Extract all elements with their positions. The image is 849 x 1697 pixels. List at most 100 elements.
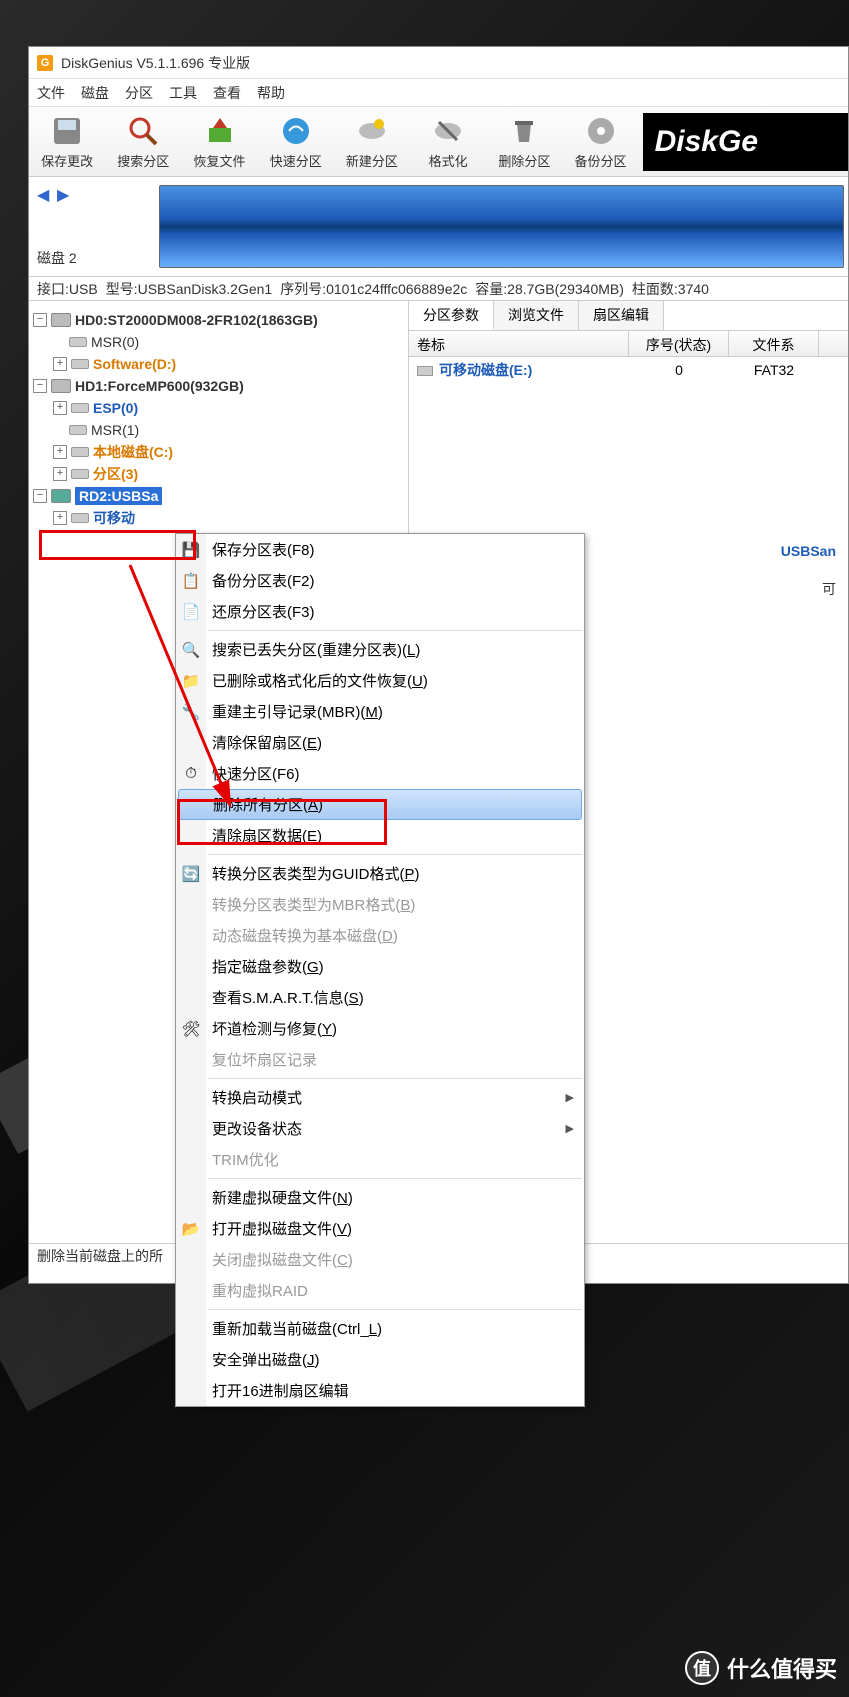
nav-back-icon[interactable]: ◀ [37, 185, 55, 203]
partition-icon [71, 513, 89, 523]
ctx-smart[interactable]: 查看S.M.A.R.T.信息(S) [176, 982, 584, 1013]
tab-partition-info[interactable]: 分区参数 [409, 301, 494, 330]
toolbar: 保存更改 搜索分区 恢复文件 快速分区 新建分区 格式化 删除分区 备份分区 D… [29, 107, 848, 177]
toolbar-new-partition[interactable]: 新建分区 [334, 107, 410, 177]
expander-icon[interactable]: + [53, 445, 67, 459]
toolbar-save[interactable]: 保存更改 [29, 107, 105, 177]
partition-icon [71, 469, 89, 479]
tools-icon: 🛠 [182, 1020, 200, 1038]
tree-local-c[interactable]: 本地磁盘(C:) [93, 442, 173, 462]
col-filesystem[interactable]: 文件系 [729, 331, 819, 356]
tree-msr0[interactable]: MSR(0) [91, 334, 139, 350]
expander-icon[interactable]: + [53, 467, 67, 481]
ctx-save-partition-table[interactable]: 💾保存分区表(F8) [176, 534, 584, 565]
search-icon: 🔍 [182, 641, 200, 659]
search-icon [125, 113, 161, 149]
ctx-eject[interactable]: 安全弹出磁盘(J) [176, 1344, 584, 1375]
ctx-disk-params[interactable]: 指定磁盘参数(G) [176, 951, 584, 982]
ctx-restore-partition-table[interactable]: 📄还原分区表(F3) [176, 596, 584, 627]
ctx-close-vhd: 关闭虚拟磁盘文件(C) [176, 1244, 584, 1275]
toolbar-recover[interactable]: 恢复文件 [181, 107, 257, 177]
tree-p3[interactable]: 分区(3) [93, 464, 138, 484]
ctx-new-vhd[interactable]: 新建虚拟硬盘文件(N) [176, 1182, 584, 1213]
ctx-clear-reserved[interactable]: 清除保留扇区(E) [176, 727, 584, 758]
menu-view[interactable]: 查看 [213, 83, 241, 103]
partition-icon [69, 425, 87, 435]
delete-icon [506, 113, 542, 149]
menu-tools[interactable]: 工具 [169, 83, 197, 103]
ctx-trim: TRIM优化 [176, 1144, 584, 1175]
menubar: 文件 磁盘 分区 工具 查看 帮助 [29, 79, 848, 107]
tree-esp[interactable]: ESP(0) [93, 400, 138, 416]
save-icon: 💾 [182, 541, 200, 559]
mbr-icon: 🔧 [182, 703, 200, 721]
menu-disk[interactable]: 磁盘 [81, 83, 109, 103]
ctx-delete-all-partitions[interactable]: 删除所有分区(A) [178, 789, 582, 820]
toolbar-search[interactable]: 搜索分区 [105, 107, 181, 177]
ctx-to-basic: 动态磁盘转换为基本磁盘(D) [176, 920, 584, 951]
menu-file[interactable]: 文件 [37, 83, 65, 103]
expander-icon[interactable]: + [53, 511, 67, 525]
tree-msr1[interactable]: MSR(1) [91, 422, 139, 438]
backup-icon: 📋 [182, 572, 200, 590]
ctx-clear-sector[interactable]: 清除扇区数据(E) [176, 820, 584, 851]
recover-icon: 📁 [182, 672, 200, 690]
toolbar-format[interactable]: 格式化 [410, 107, 486, 177]
watermark: 值 什么值得买 [685, 1651, 837, 1685]
tree-rd2-selected[interactable]: RD2:USBSa [75, 487, 162, 505]
ctx-hex-edit[interactable]: 打开16进制扇区编辑 [176, 1375, 584, 1406]
grid-header: 卷标 序号(状态) 文件系 [409, 331, 848, 357]
ctx-rebuild-mbr[interactable]: 🔧重建主引导记录(MBR)(M) [176, 696, 584, 727]
hdd-icon [51, 379, 71, 393]
expander-icon[interactable]: − [33, 313, 47, 327]
expander-icon[interactable]: + [53, 401, 67, 415]
tree-hd0[interactable]: HD0:ST2000DM008-2FR102(1863GB) [75, 312, 318, 328]
toolbar-backup[interactable]: 备份分区 [562, 107, 638, 177]
tree-software[interactable]: Software(D:) [93, 356, 176, 372]
partition-icon [71, 403, 89, 413]
volume-index: 0 [629, 358, 729, 382]
col-volume[interactable]: 卷标 [409, 331, 629, 356]
expander-icon[interactable]: − [33, 489, 47, 503]
tabs: 分区参数 浏览文件 扇区编辑 [409, 301, 848, 331]
partition-icon [71, 447, 89, 457]
ctx-quick-partition[interactable]: ⏱快速分区(F6) [176, 758, 584, 789]
tree-hd1[interactable]: HD1:ForceMP600(932GB) [75, 378, 244, 394]
col-index[interactable]: 序号(状态) [629, 331, 729, 356]
recover-icon [202, 113, 238, 149]
ctx-open-vhd[interactable]: 📂打开虚拟磁盘文件(V) [176, 1213, 584, 1244]
ctx-raid: 重构虚拟RAID [176, 1275, 584, 1306]
menu-help[interactable]: 帮助 [257, 83, 285, 103]
toolbar-quick-partition[interactable]: 快速分区 [258, 107, 334, 177]
status-text: 删除当前磁盘上的所 [37, 1246, 163, 1266]
ctx-recover-deleted[interactable]: 📁已删除或格式化后的文件恢复(U) [176, 665, 584, 696]
window-title: DiskGenius V5.1.1.696 专业版 [61, 53, 250, 73]
tree-removable[interactable]: 可移动 [93, 508, 135, 528]
ctx-device-state[interactable]: 更改设备状态▶ [176, 1113, 584, 1144]
save-icon [49, 113, 85, 149]
toolbar-delete[interactable]: 删除分区 [486, 107, 562, 177]
grid-row[interactable]: 可移动磁盘(E:) 0 FAT32 [409, 357, 848, 383]
new-icon [354, 113, 390, 149]
ctx-boot-mode[interactable]: 转换启动模式▶ [176, 1082, 584, 1113]
ctx-search-lost[interactable]: 🔍搜索已丢失分区(重建分区表)(L) [176, 634, 584, 665]
ctx-bad-sector[interactable]: 🛠坏道检测与修复(Y) [176, 1013, 584, 1044]
expander-icon[interactable]: − [33, 379, 47, 393]
logo: DiskGe [643, 113, 848, 171]
nav-fwd-icon[interactable]: ▶ [57, 185, 75, 203]
quick-icon: ⏱ [182, 765, 200, 783]
disk-bar[interactable] [159, 185, 844, 268]
partition-icon [71, 359, 89, 369]
tab-browse[interactable]: 浏览文件 [494, 301, 579, 330]
expander-icon[interactable]: + [53, 357, 67, 371]
submenu-arrow-icon: ▶ [566, 1091, 574, 1104]
context-menu: 💾保存分区表(F8) 📋备份分区表(F2) 📄还原分区表(F3) 🔍搜索已丢失分… [175, 533, 585, 1407]
ctx-reload[interactable]: 重新加载当前磁盘(Ctrl_L) [176, 1313, 584, 1344]
menu-partition[interactable]: 分区 [125, 83, 153, 103]
ctx-to-guid[interactable]: 🔄转换分区表类型为GUID格式(P) [176, 858, 584, 889]
quick-icon [278, 113, 314, 149]
info-bar: 接口:USB 型号:USBSanDisk3.2Gen1 序列号:0101c24f… [29, 277, 848, 301]
tab-sector-edit[interactable]: 扇区编辑 [579, 301, 664, 330]
ctx-backup-partition-table[interactable]: 📋备份分区表(F2) [176, 565, 584, 596]
volume-fs: FAT32 [729, 358, 819, 382]
